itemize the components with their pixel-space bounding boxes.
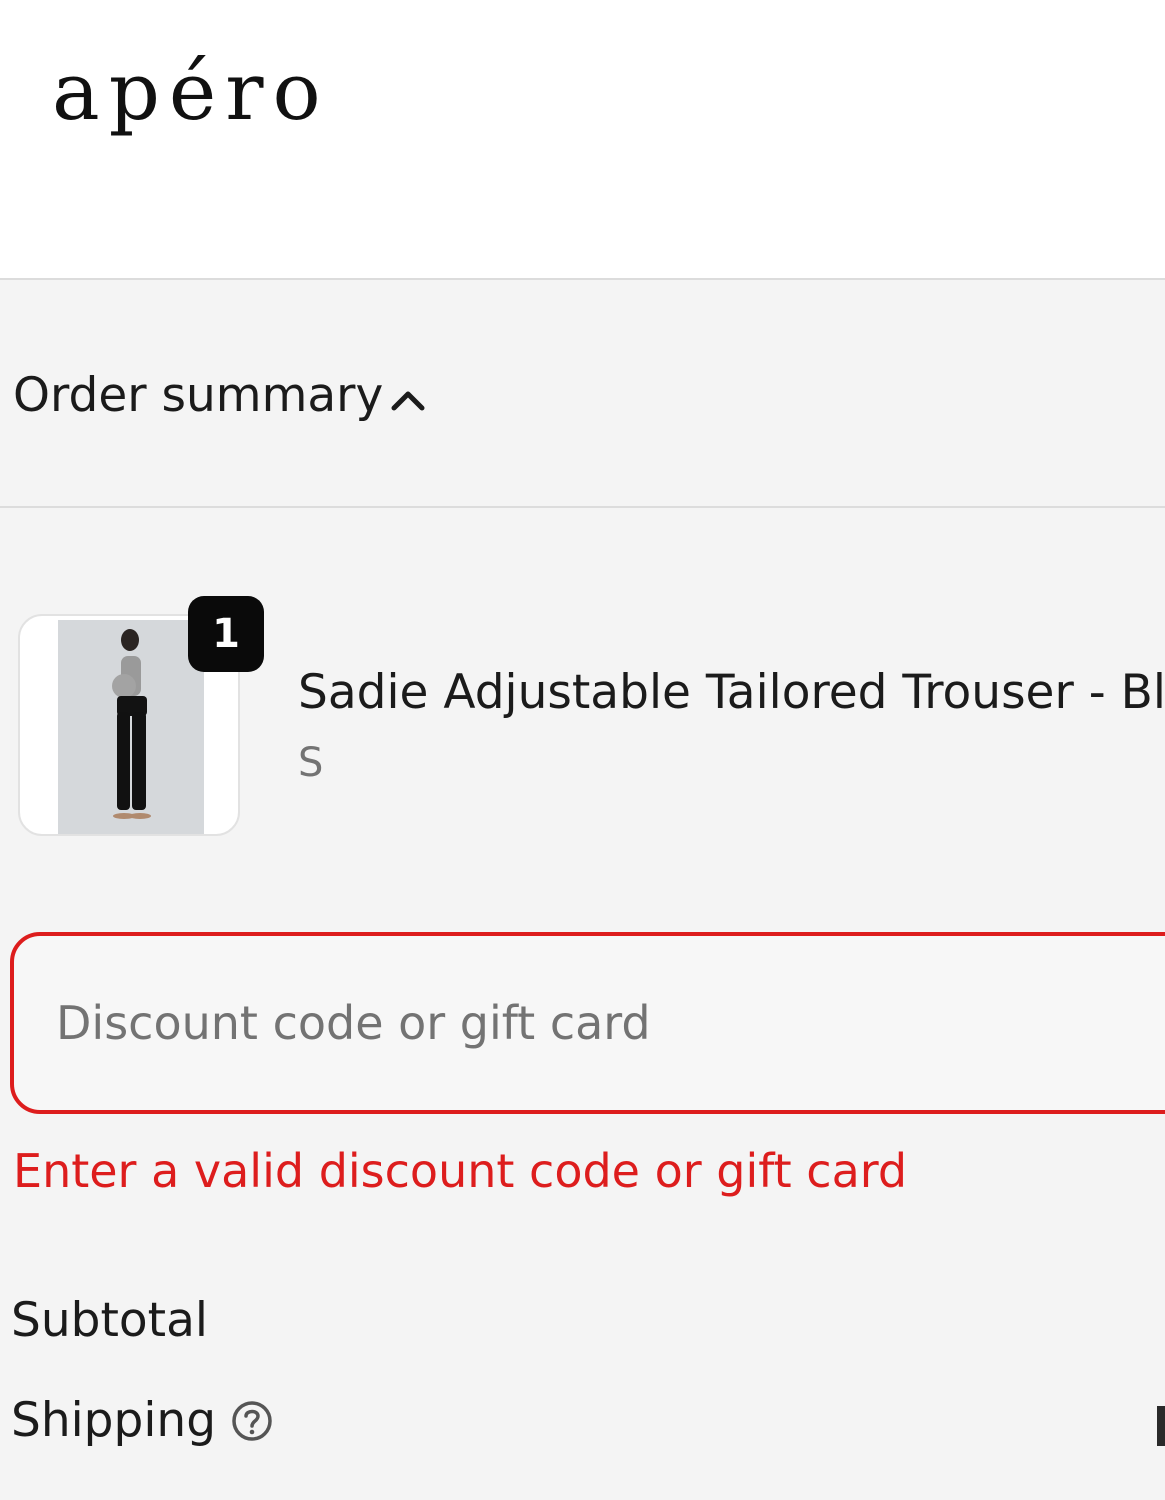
order-summary-panel: Order summary 1 Sadie Adjustable Tailore… xyxy=(0,280,1165,1500)
shipping-value xyxy=(1157,1406,1165,1446)
discount-error-message: Enter a valid discount code or gift card xyxy=(13,1144,908,1198)
discount-field[interactable] xyxy=(10,932,1165,1114)
subtotal-label: Subtotal xyxy=(11,1293,208,1348)
product-photo xyxy=(58,620,204,834)
checkout-page: apéro Order summary 1 Sadie Adjustable T… xyxy=(0,0,1165,1500)
product-name: Sadie Adjustable Tailored Trouser - Blac xyxy=(298,665,1165,720)
store-logo[interactable]: apéro xyxy=(52,52,330,132)
product-variant: S xyxy=(298,740,324,786)
header: apéro xyxy=(0,0,1165,280)
question-circle-icon[interactable] xyxy=(230,1399,274,1443)
order-summary-toggle[interactable]: Order summary xyxy=(0,280,1165,508)
quantity-badge: 1 xyxy=(188,596,264,672)
shipping-label: Shipping xyxy=(11,1393,217,1448)
order-summary-label: Order summary xyxy=(13,368,384,423)
chevron-up-icon xyxy=(391,391,425,411)
discount-code-input[interactable] xyxy=(56,982,1056,1064)
